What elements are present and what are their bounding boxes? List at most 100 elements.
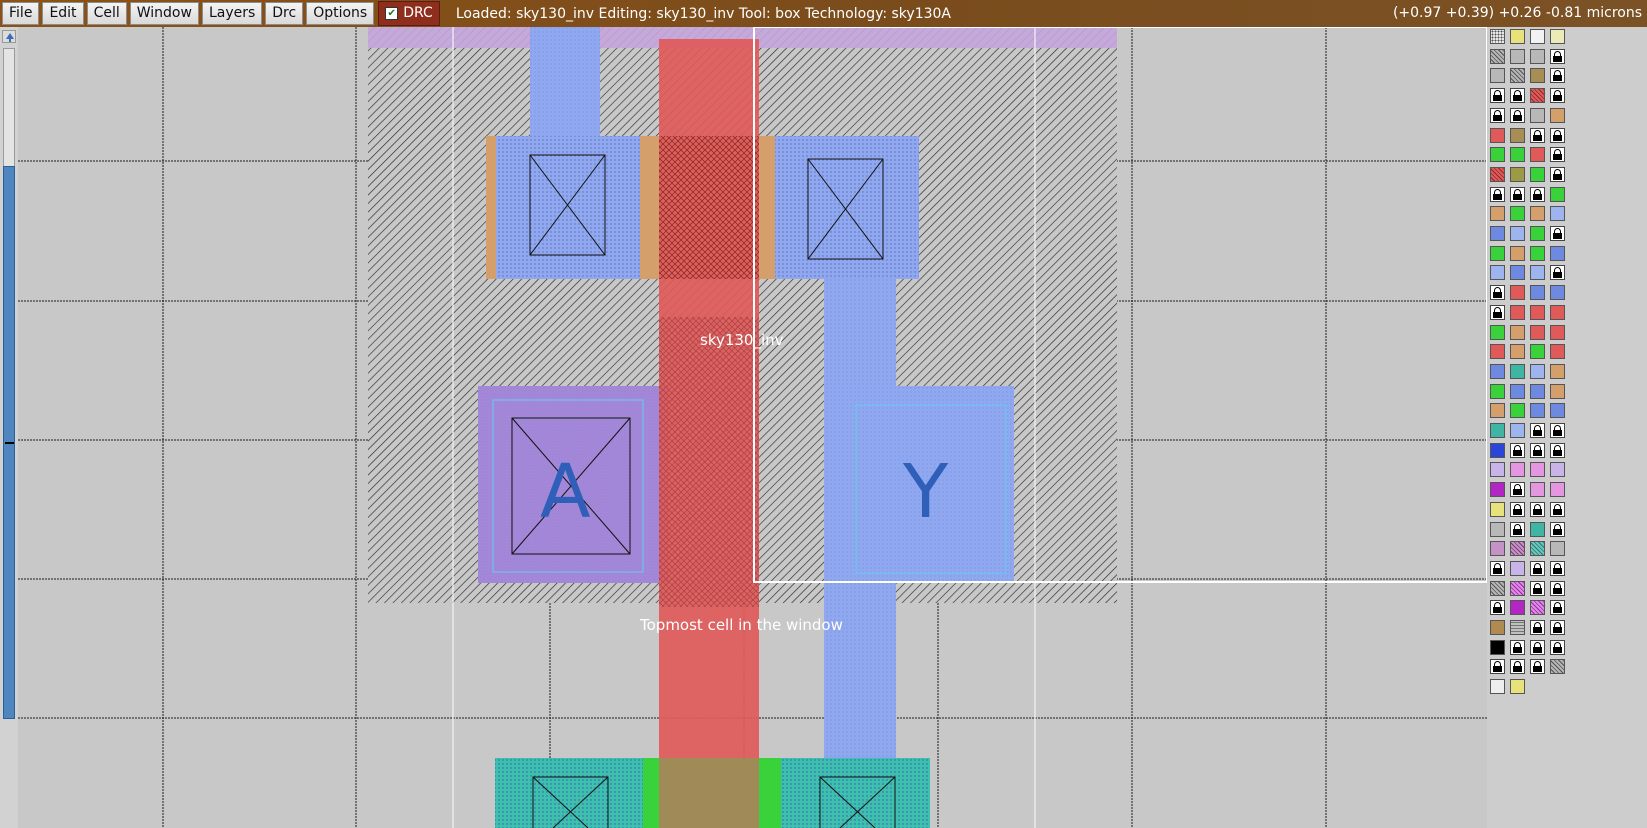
layer-lock-icon[interactable] <box>1550 147 1565 163</box>
layer-swatch-ltblue-x[interactable] <box>1530 363 1545 379</box>
layer-swatch-ltblue-x[interactable] <box>1550 206 1565 222</box>
layer-lock-icon[interactable] <box>1490 304 1505 320</box>
layer-lock-icon[interactable] <box>1490 659 1505 675</box>
checkbox-icon[interactable]: ✔ <box>385 7 399 20</box>
layer-lock-icon[interactable] <box>1510 186 1525 202</box>
layer-swatch-grey-lines[interactable] <box>1510 620 1525 635</box>
layer-swatch-green[interactable] <box>1490 147 1505 163</box>
layer-lock-icon[interactable] <box>1550 600 1565 616</box>
layer-swatch-green[interactable] <box>1490 383 1505 399</box>
layer-lock-icon[interactable] <box>1510 482 1525 498</box>
layer-swatch-pink[interactable] <box>1550 482 1565 498</box>
layer-swatch-green[interactable] <box>1550 186 1565 202</box>
layer-lock-icon[interactable] <box>1550 166 1565 182</box>
layer-swatch-red[interactable] <box>1510 304 1525 320</box>
layer-swatch-pink[interactable] <box>1530 482 1545 498</box>
layer-swatch-magenta-hatch[interactable] <box>1510 580 1525 596</box>
layer-swatch-blue-x[interactable] <box>1550 245 1565 261</box>
layer-swatch-white-dots[interactable] <box>1490 679 1505 695</box>
layer-lock-icon[interactable] <box>1530 580 1545 596</box>
layer-lock-icon[interactable] <box>1550 560 1565 576</box>
layer-swatch-green[interactable] <box>1530 226 1545 241</box>
scroll-up-button[interactable] <box>2 30 16 43</box>
layer-swatch-blue-x[interactable] <box>1490 226 1505 241</box>
layer-swatch-tan[interactable] <box>1490 403 1505 419</box>
layer-lock-icon[interactable] <box>1550 521 1565 537</box>
layer-swatch-blue-x[interactable] <box>1530 285 1545 301</box>
layer-swatch-blue-x[interactable] <box>1510 383 1525 399</box>
menu-layers[interactable]: Layers <box>201 2 263 25</box>
layer-lock-icon[interactable] <box>1510 442 1525 458</box>
layer-swatch-blue-x[interactable] <box>1490 363 1505 379</box>
layer-swatch-pink[interactable] <box>1510 462 1525 478</box>
layer-swatch-mauve[interactable] <box>1490 541 1505 557</box>
layer-swatch-grey-hatch[interactable] <box>1510 68 1525 84</box>
layer-lock-icon[interactable] <box>1510 88 1525 104</box>
layer-swatch-red[interactable] <box>1550 344 1565 360</box>
layer-lock-icon[interactable] <box>1550 501 1565 517</box>
layer-swatch-ltyellow[interactable] <box>1550 29 1565 44</box>
layer-swatch-tan[interactable] <box>1550 383 1565 399</box>
layer-swatch-black[interactable] <box>1490 639 1505 655</box>
layer-swatch-red-hatch[interactable] <box>1490 166 1505 182</box>
layer-swatch-blue-x[interactable] <box>1530 383 1545 399</box>
layer-swatch-tan[interactable] <box>1550 107 1565 123</box>
layer-lock-icon[interactable] <box>1510 639 1525 655</box>
layer-swatch-blue-x[interactable] <box>1530 403 1545 419</box>
layer-swatch-green[interactable] <box>1510 147 1525 163</box>
layer-lock-icon[interactable] <box>1510 521 1525 537</box>
layer-swatch-ltblue-x[interactable] <box>1530 265 1545 281</box>
layer-lock-icon[interactable] <box>1550 127 1565 143</box>
layer-swatch-yellow[interactable] <box>1490 501 1505 517</box>
layer-swatch-red[interactable] <box>1530 304 1545 320</box>
layer-swatch-green[interactable] <box>1510 403 1525 419</box>
layer-swatch-blue-x[interactable] <box>1550 285 1565 301</box>
vertical-scrollbar[interactable] <box>0 27 18 828</box>
layer-lock-icon[interactable] <box>1550 442 1565 458</box>
layer-swatch-pink[interactable] <box>1530 462 1545 478</box>
layer-swatch-grey-hatch[interactable] <box>1550 659 1565 675</box>
layer-swatch-grey[interactable] <box>1510 48 1525 64</box>
layer-swatch-ltblue[interactable] <box>1510 423 1525 438</box>
layer-lock-icon[interactable] <box>1550 639 1565 655</box>
layer-lock-icon[interactable] <box>1550 48 1565 64</box>
layer-swatch-white[interactable] <box>1530 29 1545 44</box>
layer-swatch-red-hatch[interactable] <box>1530 88 1545 104</box>
drc-toggle-button[interactable]: ✔ DRC <box>378 1 440 26</box>
layer-swatch-magenta[interactable] <box>1490 482 1505 498</box>
menu-file[interactable]: File <box>2 2 40 25</box>
layer-lock-icon[interactable] <box>1550 620 1565 635</box>
layer-lock-icon[interactable] <box>1490 600 1505 616</box>
layer-swatch-tan[interactable] <box>1530 206 1545 222</box>
layer-lock-icon[interactable] <box>1550 580 1565 596</box>
layer-swatch-tan[interactable] <box>1510 245 1525 261</box>
menu-cell[interactable]: Cell <box>86 2 127 25</box>
layer-swatch-green[interactable] <box>1510 206 1525 222</box>
layer-swatch-yellow[interactable] <box>1510 29 1525 44</box>
layer-swatch-tan[interactable] <box>1510 324 1525 340</box>
layer-swatch-green[interactable] <box>1490 324 1505 340</box>
layer-lock-icon[interactable] <box>1530 423 1545 438</box>
layer-swatch-blue-dots[interactable] <box>1490 442 1505 458</box>
layer-swatch-grey[interactable] <box>1490 521 1505 537</box>
layer-swatch-tan[interactable] <box>1550 363 1565 379</box>
layer-lock-icon[interactable] <box>1530 442 1545 458</box>
layer-lock-icon[interactable] <box>1530 186 1545 202</box>
layer-swatch-red[interactable] <box>1530 147 1545 163</box>
layer-lock-icon[interactable] <box>1510 107 1525 123</box>
layer-swatch-brown[interactable] <box>1530 68 1545 84</box>
layer-lock-icon[interactable] <box>1530 639 1545 655</box>
layer-swatch-grey[interactable] <box>1530 107 1545 123</box>
layer-swatch-green[interactable] <box>1530 245 1545 261</box>
layer-swatch-magenta-hatch[interactable] <box>1530 600 1545 616</box>
layer-swatch-grey-hatch[interactable] <box>1490 580 1505 596</box>
layer-swatch-magenta[interactable] <box>1510 600 1525 616</box>
layer-lock-icon[interactable] <box>1530 620 1545 635</box>
layer-lock-icon[interactable] <box>1510 501 1525 517</box>
layer-lock-icon[interactable] <box>1550 68 1565 84</box>
layer-lock-icon[interactable] <box>1550 226 1565 241</box>
menu-options[interactable]: Options <box>306 2 375 25</box>
layer-swatch-green[interactable] <box>1490 245 1505 261</box>
layer-swatch-grey[interactable] <box>1550 541 1565 557</box>
layer-swatch-teal-x[interactable] <box>1530 521 1545 537</box>
